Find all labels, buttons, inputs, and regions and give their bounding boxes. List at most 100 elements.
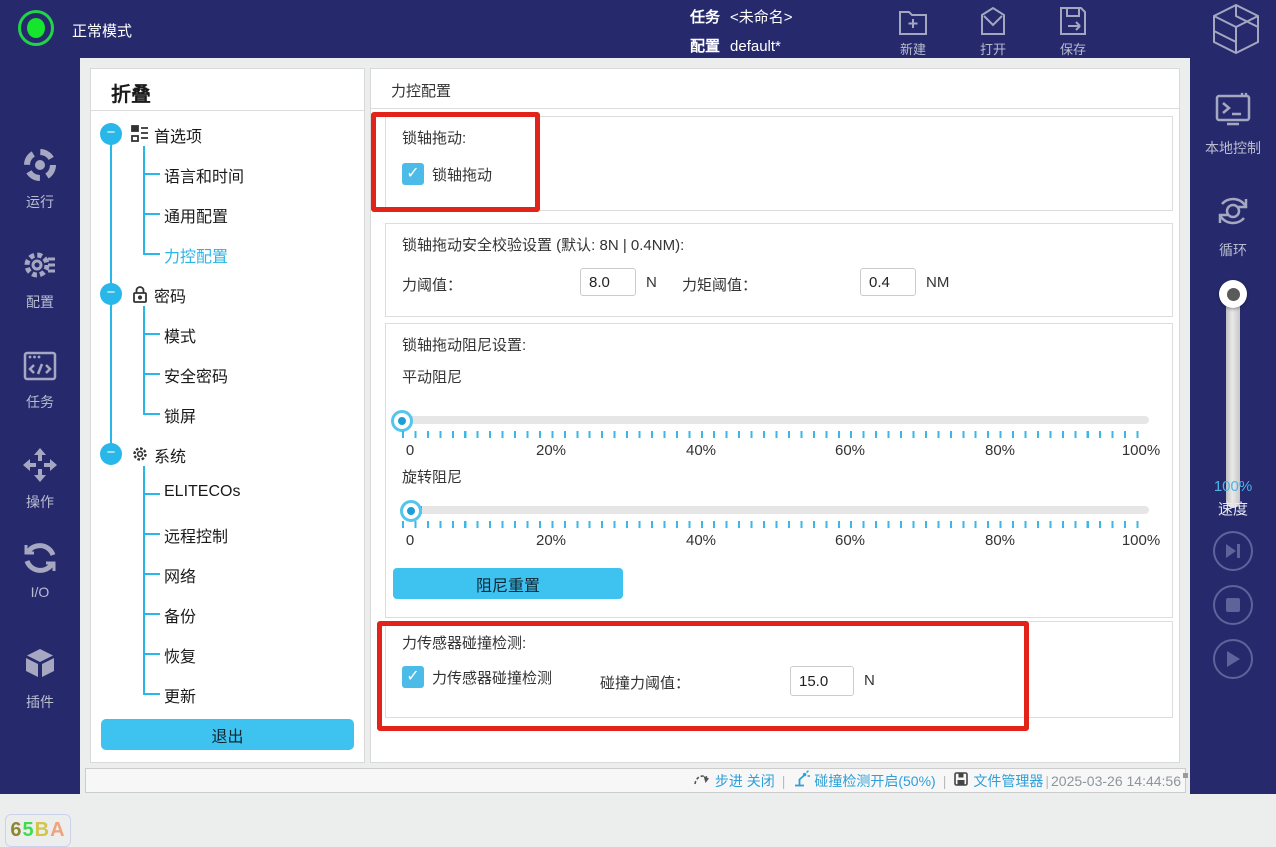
loop-button[interactable]: 循环	[1190, 190, 1276, 260]
preferences-icon	[131, 125, 149, 148]
right-nav: 本地控制 循环 100% 速度	[1190, 58, 1276, 794]
torque-unit: NM	[926, 274, 949, 291]
collision-status[interactable]: 碰撞检测开启(50%)	[792, 770, 935, 791]
tree-item-mode[interactable]: 模式	[91, 314, 364, 354]
tree-group-label[interactable]: 首选项	[154, 123, 202, 147]
collapse-node-icon[interactable]: −	[100, 283, 122, 305]
tree-item-network[interactable]: 网络	[91, 554, 364, 594]
damping-section: 锁轴拖动阻尼设置: 平动阻尼 0 20% 40% 60% 80% 100% 旋转…	[385, 323, 1173, 618]
section-title: 力传感器碰撞检测:	[402, 632, 526, 653]
task-label: 任务	[690, 9, 720, 26]
move-arrows-icon	[21, 446, 59, 489]
exit-button[interactable]: 退出	[101, 719, 354, 750]
robot-code-char: A	[50, 819, 65, 842]
speed-label: 速度	[1190, 498, 1276, 519]
lock-axis-drag-section: 锁轴拖动: ✓ 锁轴拖动	[385, 116, 1173, 211]
scale-label: 40%	[686, 442, 716, 459]
tree-group-preferences[interactable]: − 首选项	[91, 114, 364, 154]
step-status[interactable]: 步进 关闭	[693, 771, 775, 791]
tree-item-elitecos[interactable]: ELITECOs	[91, 474, 364, 514]
io-sync-icon	[22, 540, 58, 581]
tree-item-backup[interactable]: 备份	[91, 594, 364, 634]
damping-reset-button[interactable]: 阻尼重置	[393, 568, 623, 599]
tree-item-lock-screen[interactable]: 锁屏	[91, 394, 364, 434]
tree-item-language-time[interactable]: 语言和时间	[91, 154, 364, 194]
nav-io[interactable]: I/O	[0, 540, 80, 600]
nav-task-label: 任务	[26, 392, 54, 412]
tree-item-update[interactable]: 更新	[91, 674, 364, 714]
slider-ticks	[402, 431, 1149, 438]
step-next-button[interactable]	[1213, 531, 1253, 571]
separator: |	[782, 773, 786, 789]
file-manager-link[interactable]: 文件管理器	[953, 771, 1043, 791]
new-task-label: 新建	[900, 39, 926, 58]
scrollbar-thumb[interactable]	[1183, 773, 1188, 778]
scale-label: 20%	[536, 532, 566, 549]
collapse-node-icon[interactable]: −	[100, 443, 122, 465]
collision-threshold-label: 碰撞力阈值：	[600, 672, 690, 693]
rotation-damping-label: 旋转阻尼	[402, 466, 462, 487]
tree-item-force-control-config[interactable]: 力控配置	[91, 234, 364, 274]
robot-code-char: B	[35, 819, 50, 842]
tree-item-remote-control[interactable]: 远程控制	[91, 514, 364, 554]
collapse-node-icon[interactable]: −	[100, 123, 122, 145]
tree-group-system[interactable]: − 系统	[91, 434, 364, 474]
nav-operate[interactable]: 操作	[0, 446, 80, 512]
tree-group-label[interactable]: 系统	[154, 443, 186, 467]
nav-run[interactable]: 运行	[0, 146, 80, 212]
scale-label: 80%	[985, 442, 1015, 459]
scale-label: 80%	[985, 532, 1015, 549]
torque-threshold-input[interactable]	[860, 268, 916, 296]
open-task-button[interactable]: 打开	[958, 4, 1028, 58]
plugin-cube-icon	[21, 646, 59, 689]
save-label: 保存	[1060, 39, 1086, 58]
task-row: 任务 <未命名>	[690, 6, 793, 27]
collapse-label[interactable]: 折叠	[111, 78, 151, 107]
tree-item-safety-password[interactable]: 安全密码	[91, 354, 364, 394]
nav-config[interactable]: 配置	[0, 246, 80, 312]
translation-damping-slider-handle[interactable]	[391, 410, 413, 432]
tree-header: 折叠	[91, 69, 364, 111]
translation-damping-slider-track[interactable]	[402, 416, 1149, 424]
tree-item-restore[interactable]: 恢复	[91, 634, 364, 674]
tree-group-password[interactable]: − 密码	[91, 274, 364, 314]
code-window-icon	[21, 348, 59, 389]
checkbox-checked-icon[interactable]: ✓	[402, 163, 424, 185]
tree-group-label[interactable]: 密码	[154, 283, 186, 307]
scale-label: 100%	[1122, 442, 1160, 459]
step-icon	[693, 771, 711, 790]
scale-label: 20%	[536, 442, 566, 459]
task-value: <未命名>	[730, 9, 793, 26]
speed-value: 100%	[1190, 478, 1276, 495]
rotation-damping-slider-track[interactable]	[402, 506, 1149, 514]
robot-code-badge[interactable]: 65BA	[5, 814, 71, 847]
play-button[interactable]	[1213, 639, 1253, 679]
config-value: default*	[730, 38, 781, 55]
scale-label: 60%	[835, 442, 865, 459]
checkbox-checked-icon[interactable]: ✓	[402, 666, 424, 688]
force-threshold-input[interactable]	[580, 268, 636, 296]
robot-code-char: 5	[23, 819, 35, 842]
lock-axis-drag-checkbox-row[interactable]: ✓ 锁轴拖动	[402, 163, 492, 185]
new-task-button[interactable]: 新建	[878, 4, 948, 58]
left-nav: 运行 配置 任务 操作	[0, 58, 80, 794]
collision-checkbox-row[interactable]: ✓ 力传感器碰撞检测	[402, 666, 552, 688]
collision-threshold-input[interactable]	[790, 666, 854, 696]
scale-label: 40%	[686, 532, 716, 549]
speed-slider-handle[interactable]	[1219, 280, 1247, 308]
speed-slider-track[interactable]	[1226, 293, 1240, 508]
nav-task[interactable]: 任务	[0, 348, 80, 412]
tree-item-general-config[interactable]: 通用配置	[91, 194, 364, 234]
scale-label: 0	[406, 532, 414, 549]
translation-damping-label: 平动阻尼	[402, 366, 462, 387]
scale-label: 100%	[1122, 532, 1160, 549]
nav-plugin[interactable]: 插件	[0, 646, 80, 712]
settings-gear-icon	[21, 246, 59, 289]
stop-button[interactable]	[1213, 585, 1253, 625]
rotation-damping-slider-handle[interactable]	[400, 500, 422, 522]
slider-ticks	[402, 521, 1149, 528]
local-control-button[interactable]: 本地控制	[1190, 90, 1276, 158]
lock-icon	[131, 285, 149, 308]
save-task-button[interactable]: 保存	[1038, 4, 1108, 58]
run-icon	[21, 146, 59, 189]
